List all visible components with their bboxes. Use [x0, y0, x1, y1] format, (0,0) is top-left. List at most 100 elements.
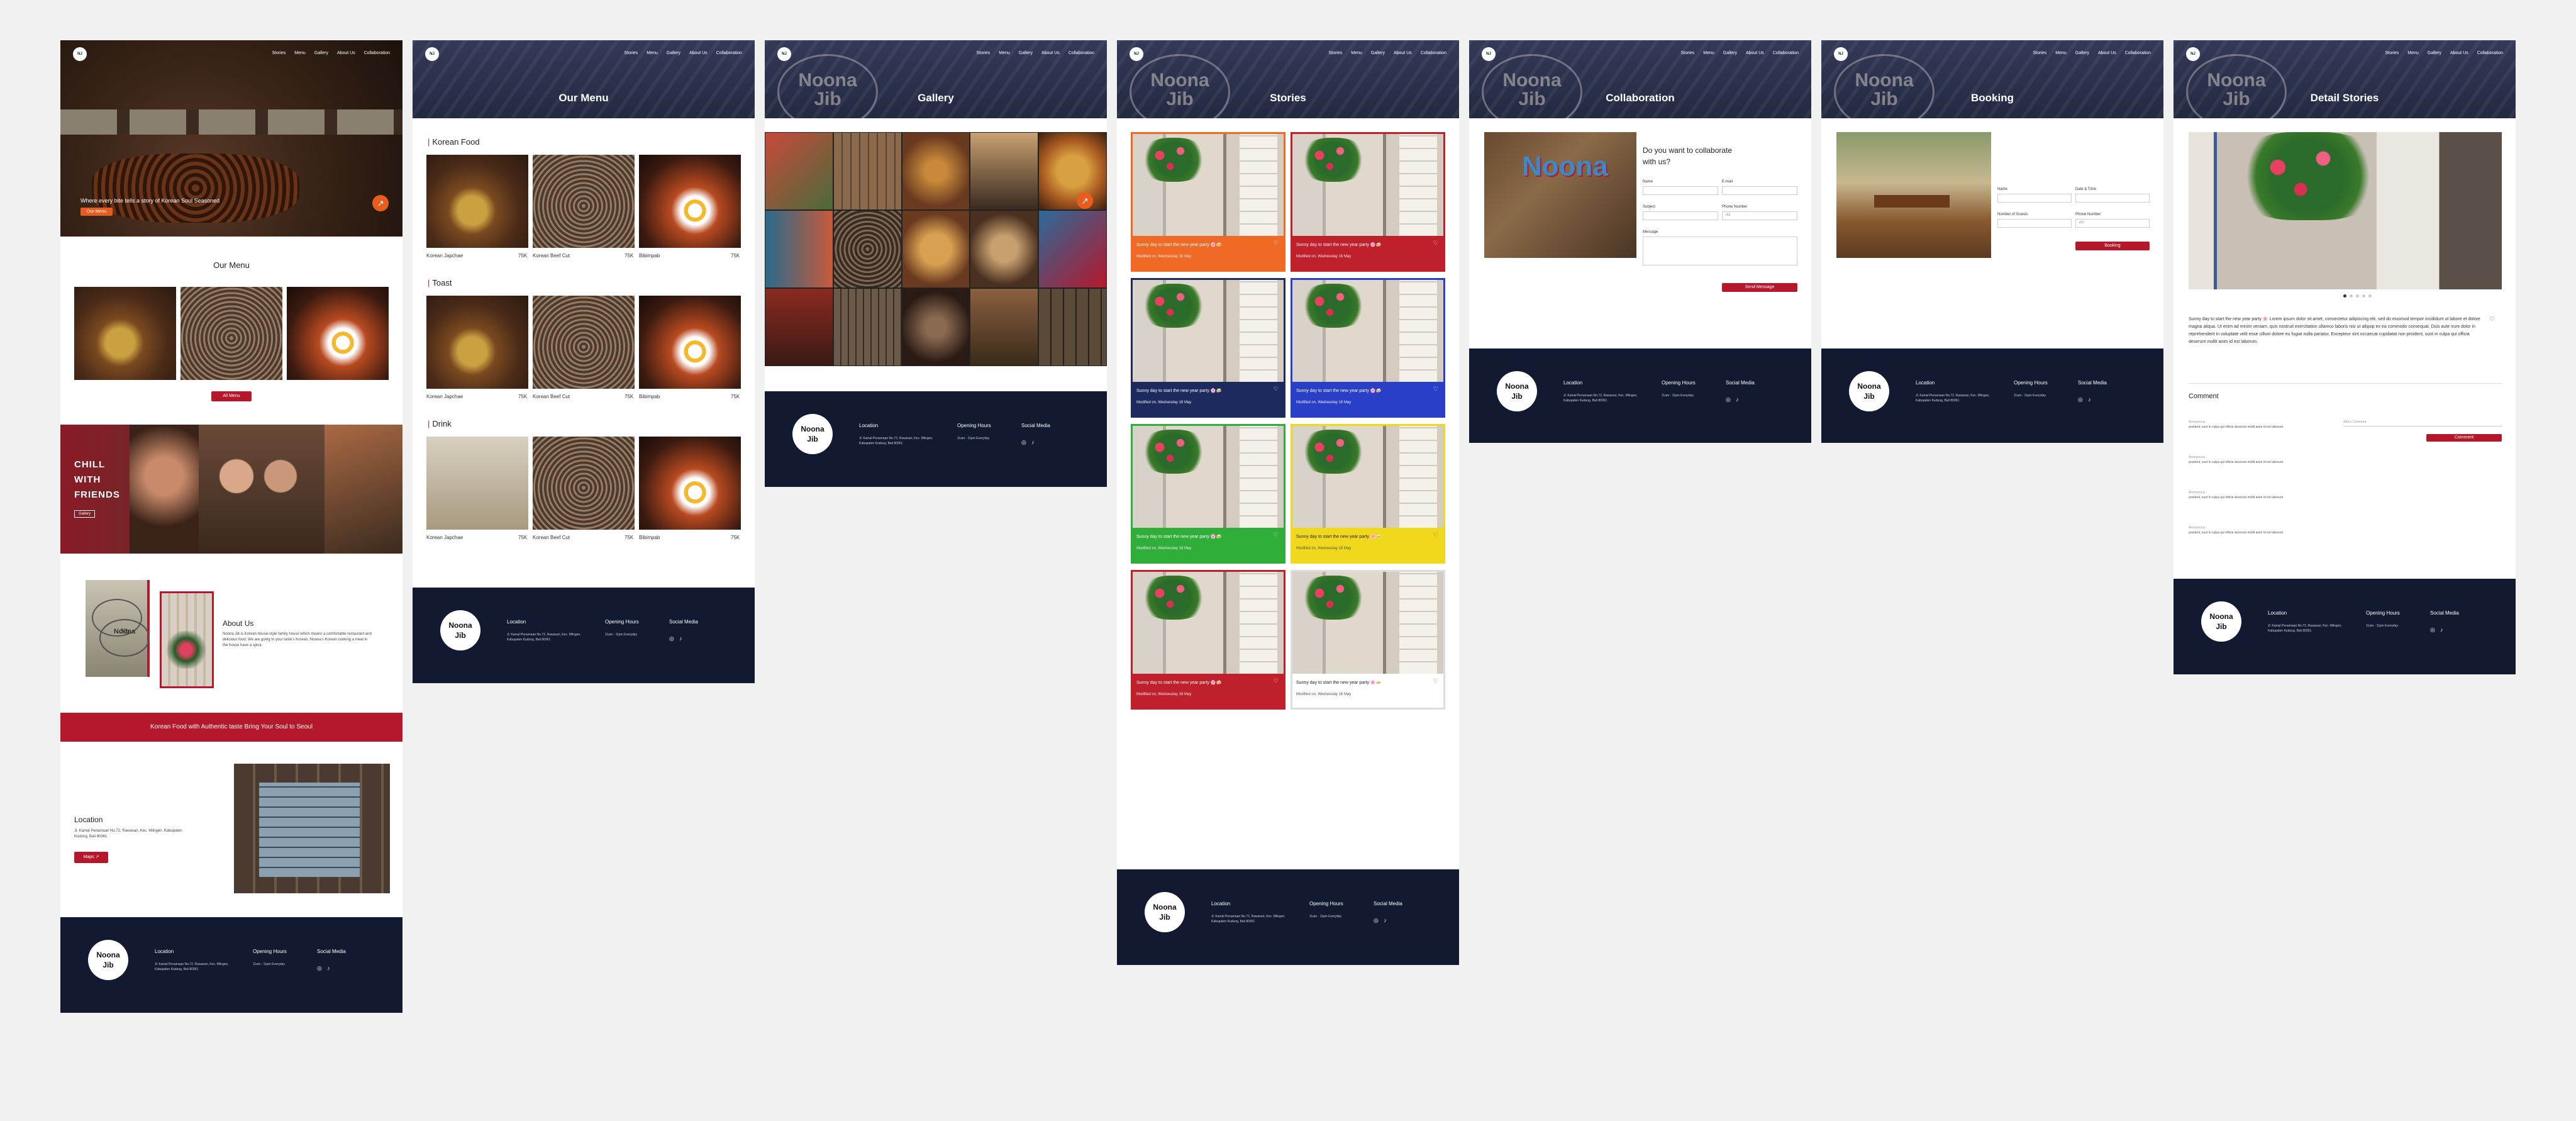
heart-icon[interactable]: ♡ — [1274, 386, 1279, 393]
menu-item-image[interactable] — [533, 437, 635, 530]
menu-item-image[interactable] — [639, 437, 741, 530]
nav-gallery[interactable]: Gallery — [2428, 51, 2441, 55]
booking-button[interactable]: Booking — [2075, 242, 2150, 250]
heart-icon[interactable]: ♡ — [1433, 240, 1438, 247]
heart-icon[interactable]: ♡ — [1274, 678, 1279, 684]
menu-item-image[interactable] — [533, 296, 635, 389]
hero-menu-button[interactable]: Our Menu — [80, 208, 113, 216]
gallery-arrow-button[interactable]: ↗ — [1077, 192, 1093, 209]
nav-stories[interactable]: Stories — [272, 51, 286, 55]
gallery-photo[interactable] — [970, 132, 1039, 210]
menu-item-image[interactable] — [639, 155, 741, 248]
nav-gallery[interactable]: Gallery — [2075, 51, 2089, 55]
nav-menu[interactable]: Menu — [1703, 51, 1714, 55]
footer-logo[interactable]: Noona Jib — [1145, 892, 1185, 932]
instagram-icon[interactable]: ◎ — [669, 635, 675, 642]
story-card[interactable]: Sunny day to start the new year party 🌸🍻… — [1131, 132, 1285, 272]
logo[interactable]: NJ — [777, 47, 791, 61]
heart-icon[interactable]: ♡ — [1433, 532, 1438, 538]
message-field[interactable] — [1643, 237, 1797, 265]
logo[interactable]: NJ — [2186, 47, 2200, 61]
gallery-photo[interactable] — [901, 288, 970, 366]
menu-item-image[interactable] — [426, 155, 528, 248]
tiktok-icon[interactable]: ♪ — [327, 965, 333, 971]
menu-item-image[interactable] — [426, 296, 528, 389]
gallery-photo[interactable] — [765, 288, 833, 366]
menu-item-image[interactable] — [533, 155, 635, 248]
nav-about[interactable]: About Us — [1746, 51, 1764, 55]
footer-logo[interactable]: Noona Jib — [88, 940, 128, 980]
instagram-icon[interactable]: ◎ — [1021, 439, 1028, 445]
tiktok-icon[interactable]: ♪ — [1031, 439, 1038, 445]
nav-menu[interactable]: Menu — [294, 51, 306, 55]
tiktok-icon[interactable]: ♪ — [1384, 917, 1390, 923]
logo[interactable]: NJ — [425, 47, 439, 61]
logo[interactable]: NJ — [1482, 47, 1496, 61]
footer-logo[interactable]: Noona Jib — [2201, 601, 2241, 642]
nav-stories[interactable]: Stories — [2385, 51, 2399, 55]
nav-menu[interactable]: Menu — [1351, 51, 1362, 55]
nav-about[interactable]: About Us — [2098, 51, 2116, 55]
carousel-dots[interactable] — [2343, 294, 2372, 298]
send-message-button[interactable]: Send Message — [1722, 283, 1797, 292]
nav-stories[interactable]: Stories — [2033, 51, 2046, 55]
gallery-photo[interactable] — [901, 210, 970, 288]
gallery-photo[interactable] — [765, 132, 833, 210]
story-card[interactable]: Sunny day to start the new year party 🌸🍻… — [1131, 278, 1285, 418]
nav-gallery[interactable]: Gallery — [314, 51, 328, 55]
story-card[interactable]: Sunny day to start the new year party 🌸🍻… — [1291, 570, 1445, 710]
story-card[interactable]: Sunny day to start the new year party 🌸🍻… — [1291, 278, 1445, 418]
logo[interactable]: NJ — [73, 47, 87, 61]
story-card[interactable]: Sunny day to start the new year party 🌸🍻… — [1291, 424, 1445, 564]
nav-about[interactable]: About Us — [337, 51, 355, 55]
nav-collaboration[interactable]: Collaboration — [1421, 51, 1446, 55]
nav-menu[interactable]: Menu — [2055, 51, 2067, 55]
name-field[interactable] — [1643, 186, 1718, 195]
instagram-icon[interactable]: ◎ — [2430, 627, 2436, 633]
nav-menu[interactable]: Menu — [2407, 51, 2419, 55]
tiktok-icon[interactable]: ♪ — [2440, 627, 2446, 633]
menu-thumb-bibimbap[interactable] — [287, 287, 389, 380]
nav-about[interactable]: About Us — [2450, 51, 2468, 55]
hero-arrow-button[interactable]: ↗ — [372, 195, 389, 211]
footer-logo[interactable]: Noona Jib — [440, 610, 480, 650]
nav-about[interactable]: About Us — [1394, 51, 1412, 55]
gallery-photo[interactable] — [833, 132, 902, 210]
chill-gallery-button[interactable]: Gallery — [74, 510, 96, 518]
story-image-carousel[interactable] — [2189, 132, 2502, 289]
gallery-photo[interactable] — [970, 288, 1039, 366]
nav-stories[interactable]: Stories — [624, 51, 638, 55]
menu-item-image[interactable] — [639, 296, 741, 389]
menu-thumb-japchae[interactable] — [74, 287, 176, 380]
footer-logo[interactable]: Noona Jib — [1497, 371, 1537, 411]
gallery-photo[interactable] — [1038, 132, 1107, 210]
nav-stories[interactable]: Stories — [1328, 51, 1342, 55]
story-card[interactable]: Sunny day to start the new year party 🌸🍻… — [1131, 424, 1285, 564]
heart-icon[interactable]: ♡ — [1274, 532, 1279, 538]
logo[interactable]: NJ — [1130, 47, 1143, 61]
instagram-icon[interactable]: ◎ — [1374, 917, 1380, 923]
menu-item-image[interactable] — [426, 437, 528, 530]
tiktok-icon[interactable]: ♪ — [1736, 396, 1742, 403]
email-field[interactable] — [1722, 186, 1797, 195]
date-time-field[interactable] — [2075, 194, 2150, 203]
phone-field[interactable]: +62 — [1722, 211, 1797, 220]
name-field[interactable] — [1997, 194, 2072, 203]
comment-input[interactable]: Add a Comment — [2343, 420, 2502, 427]
nav-gallery[interactable]: Gallery — [1723, 51, 1737, 55]
nav-collaboration[interactable]: Collaboration — [1773, 51, 1799, 55]
nav-gallery[interactable]: Gallery — [667, 51, 680, 55]
nav-gallery[interactable]: Gallery — [1019, 51, 1033, 55]
nav-stories[interactable]: Stories — [976, 51, 990, 55]
heart-icon[interactable]: ♡ — [1433, 386, 1438, 393]
nav-collaboration[interactable]: Collaboration — [2477, 51, 2503, 55]
nav-menu[interactable]: Menu — [999, 51, 1010, 55]
instagram-icon[interactable]: ◎ — [2078, 396, 2084, 403]
instagram-icon[interactable]: ◎ — [1726, 396, 1732, 403]
maps-button[interactable]: Maps ↗ — [74, 852, 108, 863]
heart-icon[interactable]: ♡ — [1274, 240, 1279, 247]
menu-thumb-beef[interactable] — [180, 287, 282, 380]
all-menu-button[interactable]: All Menu — [211, 391, 252, 401]
nav-collaboration[interactable]: Collaboration — [716, 51, 742, 55]
gallery-photo[interactable] — [901, 132, 970, 210]
